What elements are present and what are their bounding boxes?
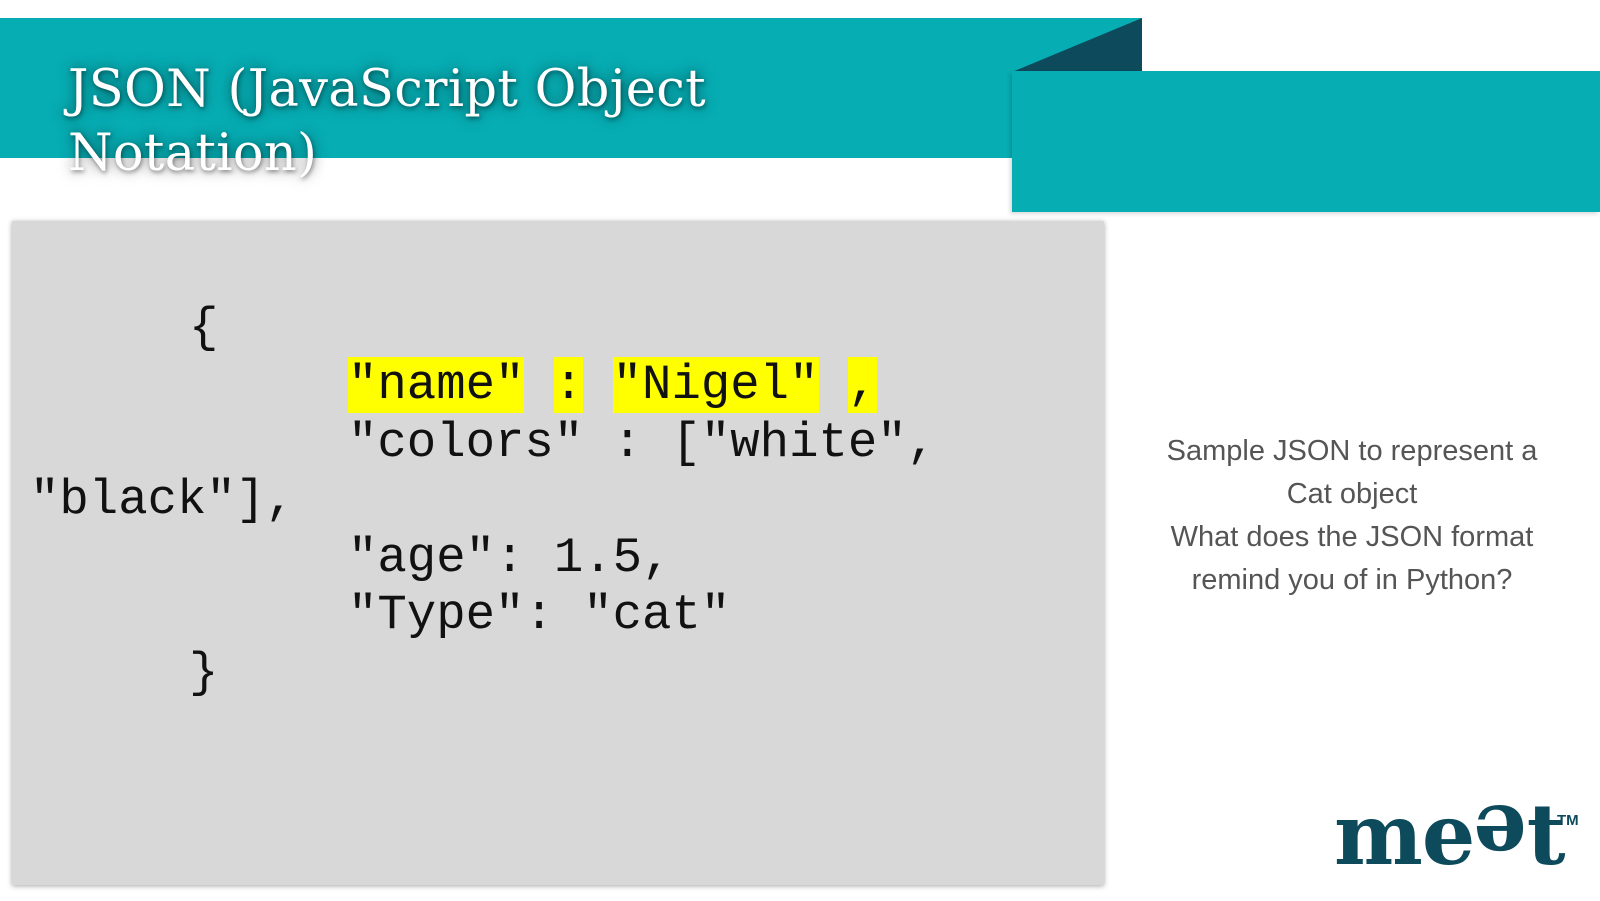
code-open-brace: { [189, 300, 219, 356]
meet-logo: meet [1334, 786, 1566, 885]
side-note-line-2: What does the JSON format remind you of … [1170, 521, 1534, 596]
json-key-name: "name" [348, 357, 525, 413]
banner-fold [1012, 18, 1142, 72]
logo-text-end: t [1526, 785, 1566, 884]
json-code-block: { "name" : "Nigel" , "colors" : ["white"… [12, 221, 1104, 885]
logo-rotated-e: e [1474, 786, 1527, 885]
code-age-line: "age": 1.5, [348, 530, 672, 586]
code-colors-line: "colors" : ["white", [348, 415, 937, 471]
json-value-nigel: "Nigel" [612, 357, 819, 413]
side-note-line-1: Sample JSON to represent a Cat object [1166, 435, 1538, 510]
json-comma: , [847, 357, 878, 413]
trademark-symbol: TM [1557, 812, 1579, 829]
logo-text-start: me [1334, 785, 1475, 884]
side-note: Sample JSON to represent a Cat object Wh… [1142, 430, 1562, 602]
code-name-line: "name" : "Nigel" , [348, 356, 878, 414]
json-colon: : [553, 357, 584, 413]
slide-title: JSON (JavaScript Object Notation) [68, 60, 706, 183]
code-black-line: "black"], [30, 472, 295, 528]
code-type-line: "Type": "cat" [348, 587, 731, 643]
code-close-brace: } [189, 645, 219, 701]
side-banner [1012, 71, 1600, 212]
